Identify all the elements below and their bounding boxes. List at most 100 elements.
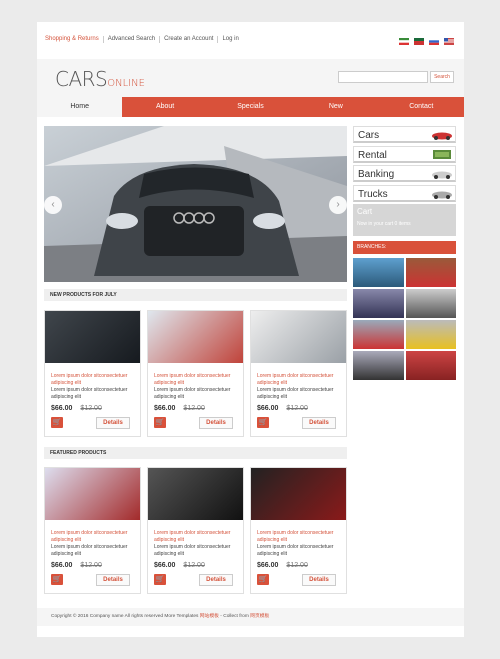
product-image[interactable] <box>45 311 140 363</box>
product-title[interactable]: Lorem ipsum dolor sitconsectetuer adipis… <box>45 520 140 544</box>
product-title[interactable]: Lorem ipsum dolor sitconsectetuer adipis… <box>45 363 140 387</box>
product-card: Lorem ipsum dolor sitconsectetuer adipis… <box>147 467 244 594</box>
details-button[interactable]: Details <box>96 417 130 429</box>
details-button[interactable]: Details <box>199 417 233 429</box>
language-flags <box>399 38 454 45</box>
price-current: $66.00 <box>51 562 73 569</box>
product-image[interactable] <box>45 468 140 520</box>
slider-next-button[interactable]: › <box>329 196 347 214</box>
logo[interactable]: CARSONLINE <box>55 67 145 91</box>
details-button[interactable]: Details <box>199 574 233 586</box>
category-label: Trucks <box>358 188 388 200</box>
logo-sub: ONLINE <box>107 78 145 89</box>
nav-about[interactable]: About <box>122 97 207 117</box>
flag-icon[interactable] <box>429 38 439 45</box>
add-to-cart-icon[interactable]: 🛒 <box>154 574 166 585</box>
gallery-image[interactable] <box>353 289 404 318</box>
new-products-heading: NEW PRODUCTS FOR JULY <box>44 289 347 301</box>
nav-new[interactable]: New <box>293 97 378 117</box>
gallery-image[interactable] <box>405 289 456 318</box>
product-desc: Lorem ipsum dolor sitconsectetuer adipis… <box>257 387 334 400</box>
page: Shopping & Returns Advanced Search Creat… <box>37 22 464 637</box>
details-button[interactable]: Details <box>302 574 336 586</box>
cart-title: Cart <box>357 207 373 216</box>
category-rental[interactable]: Rental <box>353 145 456 163</box>
gallery-image[interactable] <box>405 320 456 349</box>
gallery-image[interactable] <box>353 351 404 380</box>
product-desc: Lorem ipsum dolor sitconsectetuer adipis… <box>154 544 231 557</box>
search-input[interactable] <box>338 71 428 83</box>
price-old: $12.00 <box>183 562 205 569</box>
car-thumb-icon <box>432 171 452 179</box>
add-to-cart-icon[interactable]: 🛒 <box>51 574 63 585</box>
slider-prev-button[interactable]: ‹ <box>44 196 62 214</box>
add-to-cart-icon[interactable]: 🛒 <box>154 417 166 428</box>
footer-link[interactable]: 网页模板 <box>250 614 269 619</box>
product-price: $66.00 $12.00 <box>148 558 243 569</box>
product-price: $66.00 $12.00 <box>45 401 140 412</box>
category-trucks[interactable]: Trucks <box>353 184 456 202</box>
price-old: $12.00 <box>80 562 102 569</box>
flag-icon[interactable] <box>414 38 424 45</box>
shopping-returns-link[interactable]: Shopping & Returns <box>45 36 104 43</box>
flag-icon[interactable] <box>399 38 409 45</box>
create-account-link[interactable]: Create an Account <box>160 36 219 43</box>
category-label: Banking <box>358 169 395 180</box>
product-title[interactable]: Lorem ipsum dolor sitconsectetuer adipis… <box>148 520 243 544</box>
footer-text: - Collect from <box>218 614 251 619</box>
price-old: $12.00 <box>286 405 308 412</box>
add-to-cart-icon[interactable]: 🛒 <box>257 574 269 585</box>
add-to-cart-icon[interactable]: 🛒 <box>257 417 269 428</box>
hero-car-image <box>44 126 347 282</box>
main-nav: Home About Specials New Contact <box>37 97 464 117</box>
price-old: $12.00 <box>286 562 308 569</box>
category-banking[interactable]: Banking <box>353 165 456 182</box>
featured-products-heading: FEATURED PRODUCTS <box>44 447 347 459</box>
price-old: $12.00 <box>183 405 205 412</box>
product-title[interactable]: Lorem ipsum dolor sitconsectetuer adipis… <box>148 363 243 387</box>
nav-home[interactable]: Home <box>37 97 123 117</box>
flag-icon[interactable] <box>444 38 454 45</box>
category-label: Rental <box>358 149 387 161</box>
search-button[interactable]: Search <box>430 71 454 83</box>
details-button[interactable]: Details <box>96 574 130 586</box>
product-title[interactable]: Lorem ipsum dolor sitconsectetuer adipis… <box>251 363 346 387</box>
product-image[interactable] <box>251 311 346 363</box>
sidebar: Cars Rental Banking Trucks Cart Now in y… <box>353 126 456 380</box>
cart-box[interactable]: Cart Now in your cart 0 items <box>353 204 456 236</box>
product-image[interactable] <box>148 468 243 520</box>
gallery-image[interactable] <box>405 258 456 287</box>
add-to-cart-icon[interactable]: 🛒 <box>51 417 63 428</box>
car-thumb-icon <box>432 132 452 140</box>
copyright-text: Copyright © 2016 Company name All rights… <box>51 614 200 619</box>
header: CARSONLINE Search <box>37 59 464 97</box>
product-title[interactable]: Lorem ipsum dolor sitconsectetuer adipis… <box>251 520 346 544</box>
product-price: $66.00 $12.00 <box>148 401 243 412</box>
product-desc: Lorem ipsum dolor sitconsectetuer adipis… <box>51 544 128 557</box>
price-current: $66.00 <box>154 405 176 412</box>
product-price: $66.00 $12.00 <box>251 558 346 569</box>
details-button[interactable]: Details <box>302 417 336 429</box>
product-card: Lorem ipsum dolor sitconsectetuer adipis… <box>250 310 347 437</box>
product-price: $66.00 $12.00 <box>45 558 140 569</box>
footer: Copyright © 2016 Company name All rights… <box>37 608 464 626</box>
nav-contact[interactable]: Contact <box>379 97 464 117</box>
product-image[interactable] <box>148 311 243 363</box>
hero-slider: ‹ › <box>44 126 347 282</box>
top-links: Shopping & Returns Advanced Search Creat… <box>45 36 243 43</box>
category-cars[interactable]: Cars <box>353 126 456 143</box>
nav-specials[interactable]: Specials <box>208 97 293 117</box>
branches-gallery <box>353 258 456 380</box>
advanced-search-link[interactable]: Advanced Search <box>104 36 161 43</box>
product-desc: Lorem ipsum dolor sitconsectetuer adipis… <box>257 544 334 557</box>
gallery-image[interactable] <box>353 258 404 287</box>
price-current: $66.00 <box>154 562 176 569</box>
product-price: $66.00 $12.00 <box>251 401 346 412</box>
gallery-image[interactable] <box>405 351 456 380</box>
product-image[interactable] <box>251 468 346 520</box>
footer-link[interactable]: 网站模板 <box>200 614 219 619</box>
login-link[interactable]: Log in <box>218 36 242 43</box>
gallery-image[interactable] <box>353 320 404 349</box>
price-current: $66.00 <box>257 562 279 569</box>
product-desc: Lorem ipsum dolor sitconsectetuer adipis… <box>154 387 231 400</box>
